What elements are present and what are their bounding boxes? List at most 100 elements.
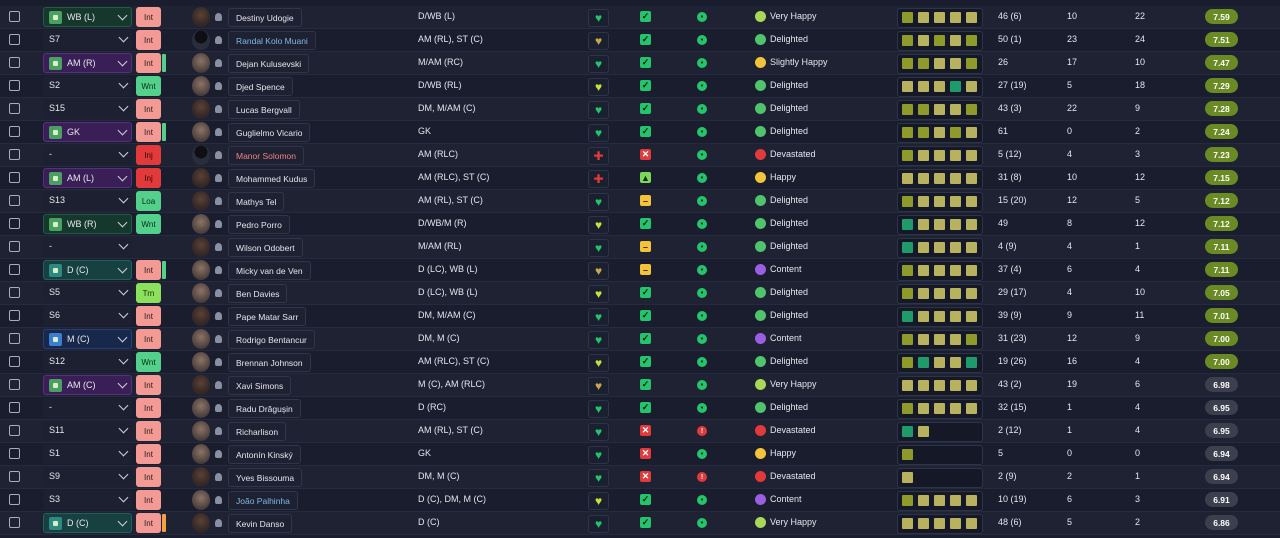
- player-name[interactable]: Mathys Tel: [228, 192, 285, 211]
- row-checkbox[interactable]: [9, 241, 20, 252]
- selection-dropdown[interactable]: S3: [43, 490, 132, 510]
- table-row[interactable]: S5 Trn Ben Davies D (LC), WB (L) ♥ ✓ • Delighte…: [0, 282, 1280, 305]
- player-pin-icon[interactable]: [215, 59, 222, 67]
- table-row[interactable]: S2 Wnt Djed Spence D/WB (RL) ♥ ✓ • Delighted 27 …: [0, 75, 1280, 98]
- player-pin-icon[interactable]: [215, 128, 222, 136]
- selection-dropdown[interactable]: S6: [43, 306, 132, 326]
- table-row[interactable]: GK Int Guglielmo Vicario GK ♥ ✓ • Delighted 61 0 2…: [0, 121, 1280, 144]
- row-checkbox[interactable]: [9, 11, 20, 22]
- selection-dropdown[interactable]: S15: [43, 99, 132, 119]
- selection-dropdown[interactable]: M (C): [43, 329, 132, 349]
- player-name[interactable]: Brennan Johnson: [228, 353, 311, 372]
- player-pin-icon[interactable]: [215, 36, 222, 44]
- status-badge[interactable]: Int: [136, 490, 161, 510]
- row-checkbox[interactable]: [9, 57, 20, 68]
- player-name[interactable]: Yves Bissouma: [228, 468, 303, 487]
- selection-dropdown[interactable]: AM (C): [43, 375, 132, 395]
- player-pin-icon[interactable]: [215, 519, 222, 527]
- row-checkbox[interactable]: [9, 103, 20, 114]
- table-row[interactable]: AM (C) Int Xavi Simons M (C), AM (RLC) ♥ ✓ • Ve…: [0, 374, 1280, 397]
- status-badge[interactable]: Int: [136, 122, 161, 142]
- table-row[interactable]: - Int Radu Drăgușin D (RC) ♥ ✓ • Delighted 32 (1…: [0, 397, 1280, 420]
- player-name[interactable]: Rodrigo Bentancur: [228, 330, 315, 349]
- selection-dropdown[interactable]: -: [43, 145, 132, 165]
- status-badge[interactable]: Int: [136, 398, 161, 418]
- row-checkbox[interactable]: [9, 379, 20, 390]
- row-checkbox[interactable]: [9, 333, 20, 344]
- table-row[interactable]: - Wilson Odobert M/AM (RL) ♥ – • Delighted 4 (9…: [0, 236, 1280, 259]
- table-row[interactable]: S12 Wnt Brennan Johnson AM (RLC), ST (C) ♥ ✓ •…: [0, 351, 1280, 374]
- status-badge[interactable]: Int: [136, 30, 161, 50]
- player-name[interactable]: Destiny Udogie: [228, 8, 302, 27]
- table-row[interactable]: S3 Int João Palhinha D (C), DM, M (C) ♥ ✓ • Con…: [0, 489, 1280, 512]
- status-badge[interactable]: Int: [136, 7, 161, 27]
- row-checkbox[interactable]: [9, 264, 20, 275]
- status-badge[interactable]: Wnt: [136, 214, 161, 234]
- row-checkbox[interactable]: [9, 517, 20, 528]
- table-row[interactable]: S6 Int Pape Matar Sarr DM, M/AM (C) ♥ ✓ • Delig…: [0, 305, 1280, 328]
- player-name[interactable]: Djed Spence: [228, 77, 293, 96]
- player-pin-icon[interactable]: [215, 197, 222, 205]
- table-row[interactable]: WB (R) Wnt Pedro Porro D/WB/M (R) ♥ ✓ • Delight…: [0, 213, 1280, 236]
- player-name[interactable]: Radu Drăgușin: [228, 399, 301, 418]
- player-pin-icon[interactable]: [215, 105, 222, 113]
- selection-dropdown[interactable]: AM (R): [43, 53, 132, 73]
- selection-dropdown[interactable]: S9: [43, 467, 132, 487]
- row-checkbox[interactable]: [9, 195, 20, 206]
- player-name[interactable]: Ben Davies: [228, 284, 288, 303]
- status-badge[interactable]: Wnt: [136, 76, 161, 96]
- player-name[interactable]: Wilson Odobert: [228, 238, 303, 257]
- player-pin-icon[interactable]: [215, 404, 222, 412]
- status-badge[interactable]: Int: [136, 513, 161, 533]
- row-checkbox[interactable]: [9, 310, 20, 321]
- player-pin-icon[interactable]: [215, 220, 222, 228]
- selection-dropdown[interactable]: D (C): [43, 513, 132, 533]
- table-row[interactable]: S9 Int Yves Bissouma DM, M (C) ♥ ✕! Devastated…: [0, 466, 1280, 489]
- row-checkbox[interactable]: [9, 471, 20, 482]
- player-pin-icon[interactable]: [215, 289, 222, 297]
- status-badge[interactable]: Wnt: [136, 352, 161, 372]
- player-pin-icon[interactable]: [215, 13, 222, 21]
- status-badge[interactable]: Int: [136, 444, 161, 464]
- table-row[interactable]: AM (L) Inj Mohammed Kudus AM (RLC), ST (C) ✚…: [0, 167, 1280, 190]
- player-name[interactable]: Guglielmo Vicario: [228, 123, 311, 142]
- row-checkbox[interactable]: [9, 172, 20, 183]
- player-pin-icon[interactable]: [215, 335, 222, 343]
- selection-dropdown[interactable]: S2: [43, 76, 132, 96]
- table-row[interactable]: S13 Loa Mathys Tel AM (RL), ST (C) ♥ – • Deligh…: [0, 190, 1280, 213]
- player-name[interactable]: Pedro Porro: [228, 215, 290, 234]
- player-name[interactable]: Antonín Kinský: [228, 445, 301, 464]
- player-name[interactable]: Pape Matar Sarr: [228, 307, 307, 326]
- player-name[interactable]: Dejan Kulusevski: [228, 54, 310, 73]
- player-pin-icon[interactable]: [215, 151, 222, 159]
- row-checkbox[interactable]: [9, 126, 20, 137]
- row-checkbox[interactable]: [9, 402, 20, 413]
- player-pin-icon[interactable]: [215, 473, 222, 481]
- player-pin-icon[interactable]: [215, 266, 222, 274]
- row-checkbox[interactable]: [9, 448, 20, 459]
- selection-dropdown[interactable]: WB (R): [43, 214, 132, 234]
- selection-dropdown[interactable]: S1: [43, 444, 132, 464]
- player-name[interactable]: Mohammed Kudus: [228, 169, 316, 188]
- table-row[interactable]: S11 Int Richarlison AM (RL), ST (C) ♥ ✕! Devas…: [0, 420, 1280, 443]
- player-name[interactable]: Manor Solomon: [228, 146, 305, 165]
- row-checkbox[interactable]: [9, 149, 20, 160]
- table-row[interactable]: D (C) Int Micky van de Ven D (LC), WB (L) ♥ –…: [0, 259, 1280, 282]
- status-badge[interactable]: Int: [136, 467, 161, 487]
- selection-dropdown[interactable]: -: [43, 237, 132, 257]
- player-name[interactable]: Randal Kolo Muani: [228, 31, 316, 50]
- player-name[interactable]: Richarlison: [228, 422, 287, 441]
- selection-dropdown[interactable]: GK: [43, 122, 132, 142]
- player-pin-icon[interactable]: [215, 450, 222, 458]
- status-badge[interactable]: Inj: [136, 168, 161, 188]
- player-name[interactable]: João Palhinha: [228, 491, 298, 510]
- table-row[interactable]: AM (R) Int Dejan Kulusevski M/AM (RC) ♥ ✓ • Sli…: [0, 52, 1280, 75]
- selection-dropdown[interactable]: S11: [43, 421, 132, 441]
- table-row[interactable]: S7 Int Randal Kolo Muani AM (RL), ST (C) ♥ ✓ •…: [0, 29, 1280, 52]
- player-name[interactable]: Xavi Simons: [228, 376, 292, 395]
- selection-dropdown[interactable]: AM (L): [43, 168, 132, 188]
- player-pin-icon[interactable]: [215, 174, 222, 182]
- selection-dropdown[interactable]: S7: [43, 30, 132, 50]
- selection-dropdown[interactable]: -: [43, 398, 132, 418]
- selection-dropdown[interactable]: WB (L): [43, 7, 132, 27]
